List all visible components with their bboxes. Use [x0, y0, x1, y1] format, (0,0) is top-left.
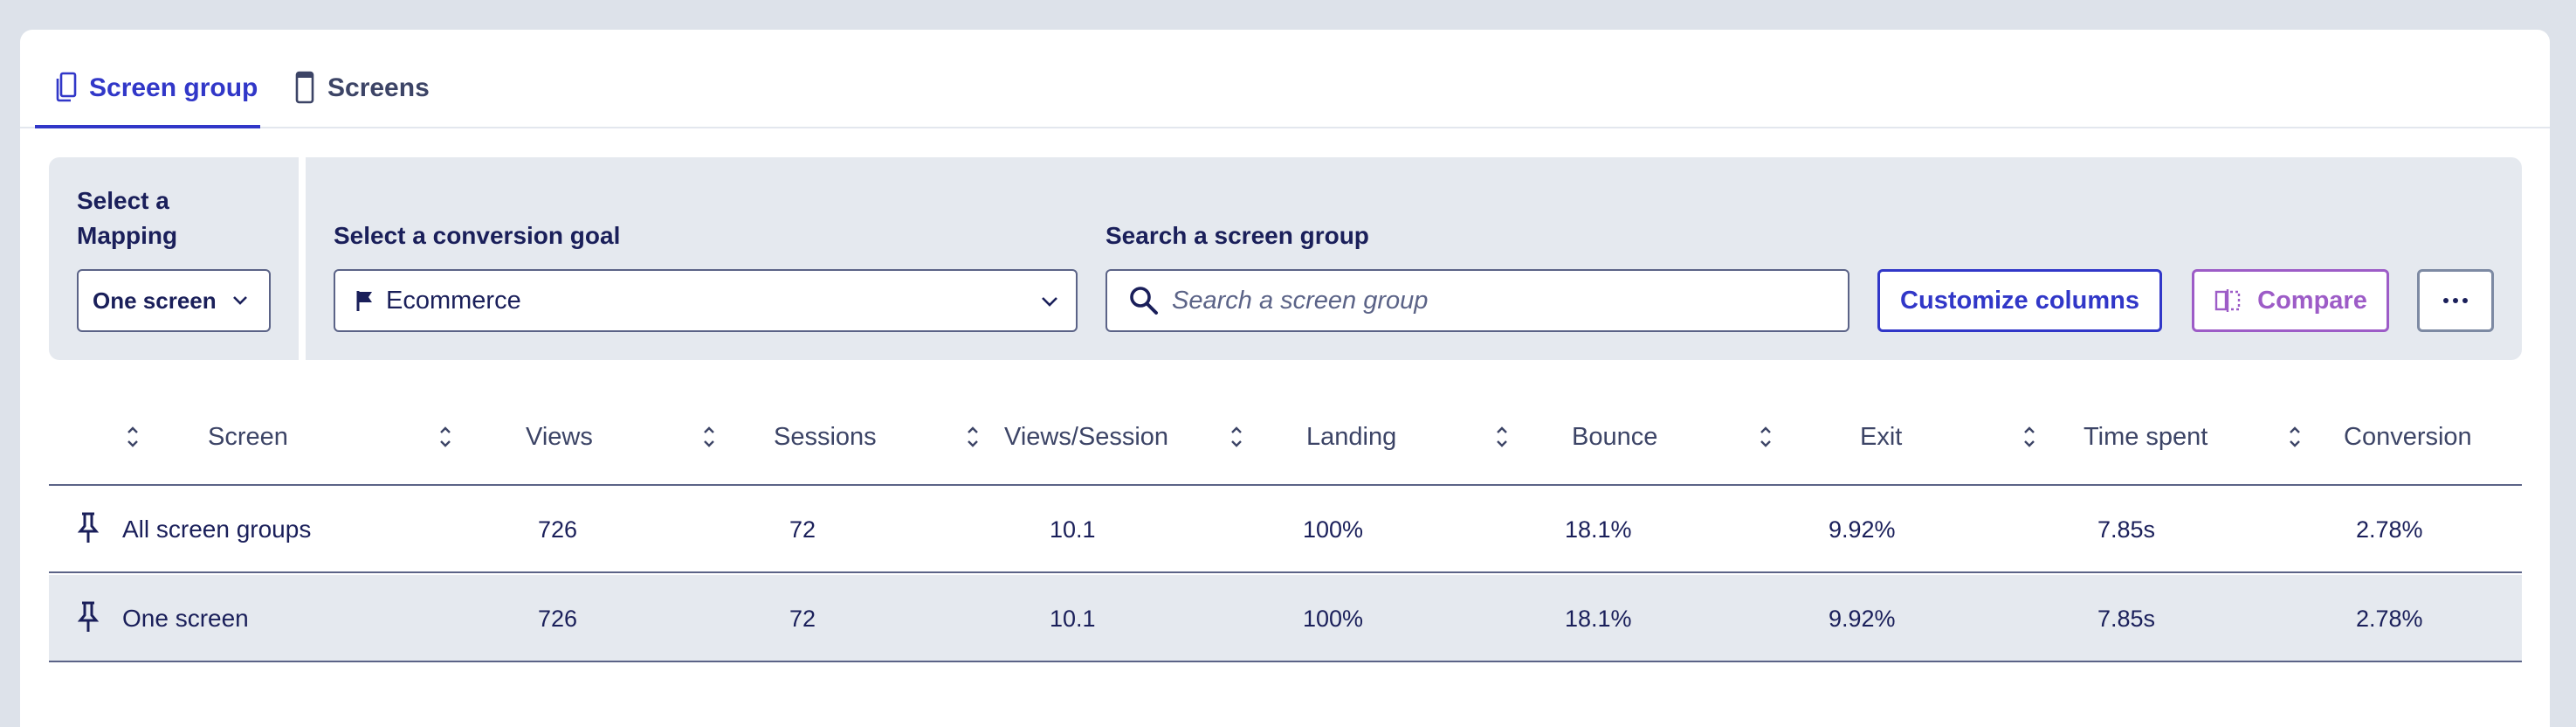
- bounce-value: 18.1%: [1565, 606, 1632, 632]
- more-dot: [2453, 298, 2458, 303]
- compare-label: Compare: [2257, 286, 2367, 315]
- panel-divider: [299, 157, 306, 360]
- search-field[interactable]: [1105, 269, 1849, 332]
- compare-icon: [2214, 289, 2241, 312]
- sort-icon[interactable]: [2286, 419, 2304, 454]
- column-header-views-session[interactable]: Views/Session: [1004, 419, 1168, 454]
- sort-icon[interactable]: [2021, 419, 2038, 454]
- pin-icon[interactable]: [75, 599, 101, 634]
- search-input[interactable]: [1172, 286, 1836, 315]
- column-header-exit[interactable]: Exit: [1860, 419, 1902, 454]
- sessions-value: 72: [789, 516, 816, 543]
- landing-value: 100%: [1303, 516, 1364, 543]
- tab-label: Screen group: [89, 73, 258, 102]
- sort-icon[interactable]: [437, 419, 454, 454]
- table-row[interactable]: One screen 726 72 10.1 100% 18.1% 9.92% …: [49, 575, 2522, 662]
- column-header-time-spent[interactable]: Time spent: [2084, 419, 2208, 454]
- tab-screen-group[interactable]: Screen group: [35, 72, 260, 128]
- table-row[interactable]: All screen groups 726 72 10.1 100% 18.1%…: [49, 486, 2522, 573]
- goal-label: Select a conversion goal: [334, 222, 621, 249]
- column-header-sessions[interactable]: Sessions: [774, 419, 877, 454]
- views-session-value: 10.1: [1050, 606, 1096, 632]
- more-dot: [2443, 298, 2449, 303]
- column-header-bounce[interactable]: Bounce: [1572, 419, 1657, 454]
- screen-name[interactable]: One screen: [122, 601, 249, 636]
- views-value: 726: [538, 516, 578, 543]
- tab-bar: Screen group Screens: [20, 30, 2550, 128]
- time-spent-value: 7.85s: [2097, 516, 2156, 543]
- customize-columns-button[interactable]: Customize columns: [1877, 269, 2162, 332]
- compare-button[interactable]: Compare: [2192, 269, 2389, 332]
- copy-icon: [56, 72, 77, 102]
- sort-icon[interactable]: [1493, 419, 1511, 454]
- sessions-value: 72: [789, 606, 816, 632]
- sort-icon[interactable]: [700, 419, 718, 454]
- conversion-value: 2.78%: [2356, 606, 2423, 632]
- column-header-landing[interactable]: Landing: [1306, 419, 1396, 454]
- column-header-views[interactable]: Views: [526, 419, 593, 454]
- exit-value: 9.92%: [1829, 516, 1896, 543]
- sort-icon[interactable]: [124, 419, 141, 454]
- mapping-label: Select a Mapping: [77, 187, 178, 249]
- more-options-button[interactable]: [2417, 269, 2494, 332]
- search-label: Search a screen group: [1105, 222, 1369, 249]
- mapping-value: One screen: [93, 287, 217, 314]
- chevron-down-icon: [232, 296, 247, 305]
- bounce-value: 18.1%: [1565, 516, 1632, 543]
- goal-value: Ecommerce: [386, 286, 521, 315]
- mapping-select[interactable]: One screen: [77, 269, 271, 332]
- more-dot: [2462, 298, 2468, 303]
- views-session-value: 10.1: [1050, 516, 1096, 543]
- views-value: 726: [538, 606, 578, 632]
- column-header-screen[interactable]: Screen: [208, 419, 288, 454]
- exit-value: 9.92%: [1829, 606, 1896, 632]
- sort-icon[interactable]: [964, 419, 981, 454]
- phone-icon: [295, 71, 314, 104]
- conversion-value: 2.78%: [2356, 516, 2423, 543]
- landing-value: 100%: [1303, 606, 1364, 632]
- time-spent-value: 7.85s: [2097, 606, 2156, 632]
- pin-icon[interactable]: [75, 510, 101, 545]
- tab-label: Screens: [327, 73, 430, 102]
- conversion-goal-select[interactable]: Ecommerce: [334, 269, 1078, 332]
- search-icon: [1130, 287, 1158, 315]
- column-header-conversion[interactable]: Conversion: [2344, 419, 2472, 454]
- sort-icon[interactable]: [1228, 419, 1245, 454]
- sort-icon[interactable]: [1757, 419, 1774, 454]
- flag-icon: [356, 291, 372, 311]
- screen-name[interactable]: All screen groups: [122, 512, 311, 547]
- chevron-down-icon: [1042, 297, 1057, 307]
- table-header: Screen Views Sessions Views/Session Land…: [49, 393, 2522, 486]
- tab-screens[interactable]: Screens: [293, 71, 430, 128]
